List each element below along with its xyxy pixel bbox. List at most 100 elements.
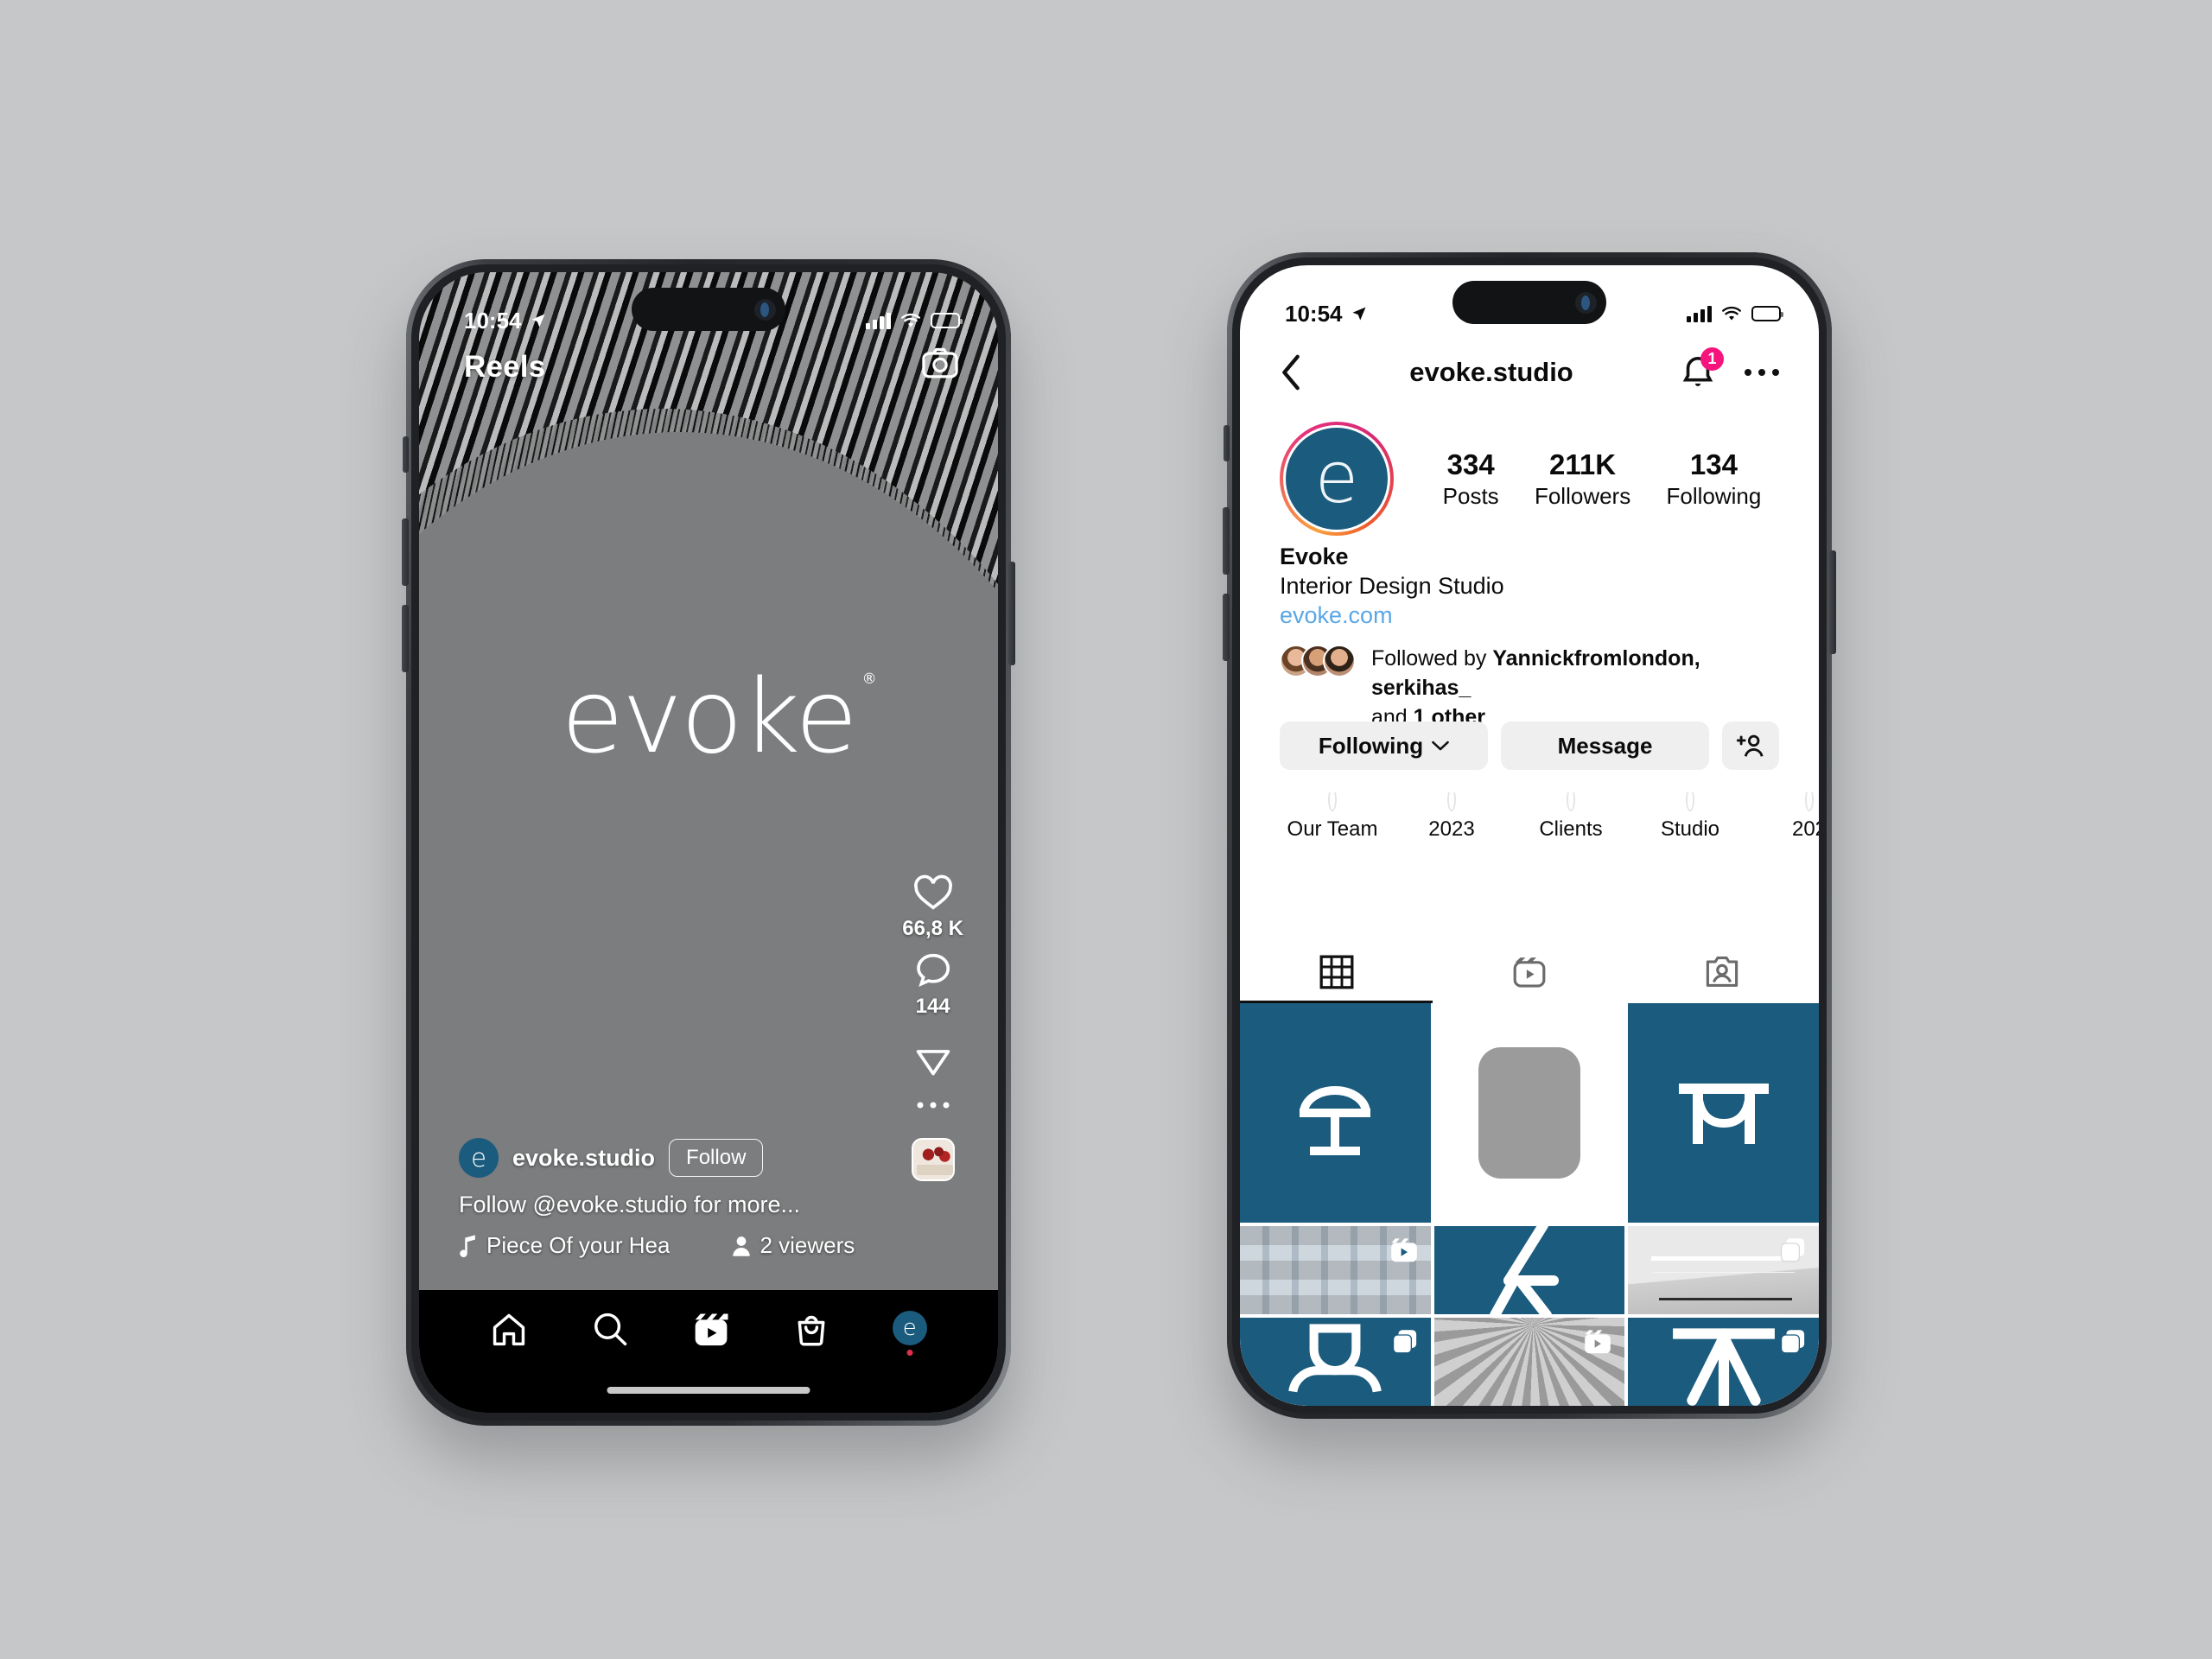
camera-icon[interactable] bbox=[922, 346, 958, 379]
audio-attribution[interactable]: Piece Of your Hea bbox=[459, 1232, 670, 1259]
posts-count: 334 bbox=[1446, 448, 1495, 480]
wifi-icon bbox=[1722, 306, 1741, 320]
volume-up-button-right[interactable] bbox=[1223, 507, 1230, 575]
page-title: Reels bbox=[464, 350, 546, 384]
right-phone-screen: 10:54 evoke.studio 1 e 334 Posts 211K Fo… bbox=[1240, 265, 1819, 1406]
highlight-item[interactable]: Studio bbox=[1630, 792, 1750, 941]
tab-profile[interactable]: e bbox=[892, 1311, 927, 1345]
message-button[interactable]: Message bbox=[1501, 721, 1709, 770]
volume-down-button-left[interactable] bbox=[402, 605, 409, 672]
power-button-right[interactable] bbox=[1829, 550, 1836, 654]
add-person-button[interactable] bbox=[1722, 721, 1779, 770]
comment-count: 144 bbox=[915, 995, 950, 1018]
stat-following[interactable]: 134 Following bbox=[1667, 448, 1762, 510]
avatar[interactable]: e bbox=[1280, 422, 1394, 536]
location-arrow-icon bbox=[1352, 307, 1365, 321]
avatar[interactable]: e bbox=[459, 1138, 499, 1178]
reels-player[interactable]: 10:54 Reels evoke ® 66,8 K 144 e evoke.s… bbox=[419, 272, 998, 1413]
album-art-thumbnail[interactable] bbox=[911, 1138, 955, 1181]
mute-switch-right[interactable] bbox=[1224, 425, 1230, 461]
grid-cell[interactable] bbox=[1240, 1226, 1431, 1314]
share-button[interactable] bbox=[913, 1041, 953, 1079]
tagged-icon bbox=[1707, 956, 1738, 987]
story-highlights: Our Team 2023 Clients Studio 202 bbox=[1240, 792, 1819, 941]
grid-cell[interactable] bbox=[1628, 1003, 1819, 1223]
following-count: 134 bbox=[1689, 448, 1738, 480]
highlight-label: 202 bbox=[1791, 817, 1819, 841]
highlight-item[interactable]: 2023 bbox=[1392, 792, 1511, 941]
reel-meta: e evoke.studio Follow Follow @evoke.stud… bbox=[459, 1138, 886, 1259]
grid-cell[interactable] bbox=[1628, 1318, 1819, 1406]
power-button-left[interactable] bbox=[1008, 562, 1015, 665]
more-options-button[interactable] bbox=[1745, 369, 1779, 376]
reels-icon bbox=[1513, 957, 1546, 988]
carousel-badge bbox=[1391, 1328, 1419, 1356]
grid-cell[interactable] bbox=[1240, 1003, 1431, 1223]
highlight-item[interactable]: 202 bbox=[1750, 792, 1819, 941]
tab-grid[interactable] bbox=[1240, 941, 1433, 1003]
tab-home[interactable] bbox=[490, 1311, 528, 1347]
display-name: Evoke bbox=[1280, 543, 1349, 569]
following-button[interactable]: Following bbox=[1280, 721, 1488, 770]
profile-bio: Evoke Interior Design Studio evoke.com F… bbox=[1280, 543, 1779, 732]
viewers-indicator: 2 viewers bbox=[732, 1232, 855, 1259]
home-icon bbox=[493, 1313, 525, 1346]
front-camera-lens bbox=[754, 298, 776, 321]
page-title: evoke.studio bbox=[1409, 357, 1573, 387]
volume-down-button-right[interactable] bbox=[1223, 594, 1230, 661]
followed-by-row[interactable]: Followed by Yannickfromlondon, serkihas_… bbox=[1280, 645, 1779, 732]
lamp-icon bbox=[1240, 1003, 1431, 1223]
grid-cell[interactable] bbox=[1628, 1226, 1819, 1314]
more-options-button[interactable] bbox=[916, 1098, 950, 1112]
volume-up-button-left[interactable] bbox=[402, 518, 409, 586]
comment-button[interactable]: 144 bbox=[913, 951, 953, 1019]
tab-search[interactable] bbox=[591, 1311, 629, 1347]
like-button[interactable]: 66,8 K bbox=[902, 874, 963, 941]
cellular-bars-icon bbox=[1687, 305, 1712, 322]
post-grid bbox=[1240, 1003, 1819, 1406]
shop-bag-icon bbox=[798, 1315, 825, 1346]
carousel-badge bbox=[1779, 1328, 1807, 1356]
tab-reels[interactable] bbox=[1433, 941, 1625, 1003]
lounge-chair-icon bbox=[1434, 1226, 1625, 1314]
instagram-profile: 10:54 evoke.studio 1 e 334 Posts 211K Fo… bbox=[1240, 265, 1819, 1406]
profile-stats: 334 Posts 211K Followers 134 Following bbox=[1394, 448, 1779, 510]
followers-count: 211K bbox=[1549, 448, 1617, 480]
more-dots-icon bbox=[1745, 369, 1751, 376]
follow-button[interactable]: Follow bbox=[669, 1139, 764, 1177]
grid-cell[interactable] bbox=[1433, 1226, 1625, 1314]
stat-followers[interactable]: 211K Followers bbox=[1535, 448, 1630, 510]
highlight-label: Clients bbox=[1539, 817, 1603, 841]
followed-by-text: Followed by Yannickfromlondon, serkihas_… bbox=[1371, 646, 1700, 729]
comment-icon bbox=[916, 953, 950, 988]
status-time-right: 10:54 bbox=[1285, 300, 1343, 327]
registered-mark: ® bbox=[861, 671, 877, 688]
viewers-count: 2 viewers bbox=[760, 1232, 855, 1258]
back-button[interactable] bbox=[1280, 354, 1302, 391]
chevron-left-icon bbox=[1282, 354, 1300, 391]
stat-posts[interactable]: 334 Posts bbox=[1443, 448, 1499, 510]
battery-icon bbox=[931, 313, 963, 328]
tab-tagged[interactable] bbox=[1626, 941, 1819, 1003]
grid-cell[interactable] bbox=[1433, 1003, 1625, 1223]
music-title: Piece Of your Hea bbox=[486, 1232, 671, 1258]
bio-category: Interior Design Studio bbox=[1280, 573, 1504, 599]
send-icon bbox=[916, 1050, 950, 1076]
profile-action-buttons: Following Message bbox=[1280, 721, 1779, 770]
notifications-button[interactable]: 1 bbox=[1681, 347, 1724, 391]
website-link[interactable]: evoke.com bbox=[1280, 602, 1779, 629]
evoke-wordmark: evoke ® bbox=[561, 657, 877, 776]
tab-shop[interactable] bbox=[793, 1311, 830, 1347]
username-label[interactable]: evoke.studio bbox=[512, 1145, 655, 1172]
tab-reels[interactable] bbox=[691, 1311, 731, 1349]
reels-badge bbox=[1583, 1328, 1612, 1356]
stool-icon bbox=[1628, 1003, 1819, 1223]
caption-text: Follow @evoke.studio for more... bbox=[459, 1192, 801, 1217]
highlight-item[interactable]: Clients bbox=[1511, 792, 1630, 941]
grid-cell[interactable] bbox=[1433, 1318, 1625, 1406]
grid-cell[interactable] bbox=[1240, 1318, 1431, 1406]
reels-icon bbox=[695, 1313, 728, 1346]
mute-switch-left[interactable] bbox=[403, 436, 409, 473]
notification-badge: 1 bbox=[1700, 347, 1724, 371]
highlight-item[interactable]: Our Team bbox=[1273, 792, 1392, 941]
